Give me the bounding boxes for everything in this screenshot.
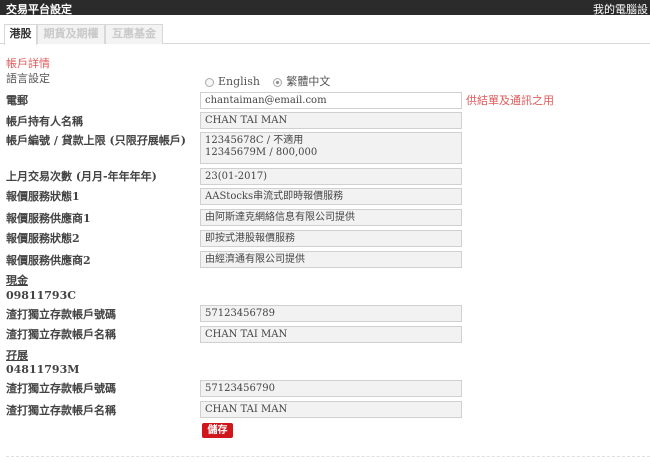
language-option-english[interactable]: English	[205, 75, 260, 88]
tab-hk-stocks[interactable]: 港股	[4, 24, 37, 45]
quote-provider-2-label: 報價服務供應商2	[6, 254, 91, 267]
language-label: 語言設定	[6, 72, 50, 85]
margin-bank-name-label: 渣打獨立存款帳戶名稱	[6, 404, 116, 417]
quote-status-1-field: AAStocks串流式即時報價服務	[200, 188, 462, 205]
quote-provider-1-label: 報價服務供應商1	[6, 212, 91, 225]
margin-section-title: 孖展	[6, 349, 28, 362]
quote-provider-1-field: 由阿斯達克網絡信息有限公司提供	[200, 209, 462, 226]
tab-futures-options[interactable]: 期貨及期權	[37, 24, 105, 44]
top-bar: 交易平台設定 我的電腦設	[0, 0, 650, 17]
last-month-trades-label: 上月交易次數 (月月-年年年年)	[6, 170, 157, 183]
cash-account-number: 09811793C	[6, 289, 76, 302]
radio-selected-icon[interactable]	[273, 77, 283, 87]
margin-bank-number-field: 57123456790	[200, 380, 462, 397]
margin-account-number: 04811793M	[6, 363, 80, 376]
account-number-line-2: 12345679M / 800,000	[205, 147, 318, 158]
section-title-account-details: 帳戶詳情	[6, 57, 50, 70]
account-number-line-1: 12345678C / 不適用	[205, 135, 304, 146]
cash-bank-name-label: 渣打獨立存款帳戶名稱	[6, 328, 116, 341]
cash-bank-name-field: CHAN TAI MAN	[200, 326, 462, 343]
cash-section-title: 現金	[6, 274, 28, 287]
tab-mutual-funds[interactable]: 互惠基金	[105, 24, 163, 44]
account-number-field: 12345678C / 不適用 12345679M / 800,000	[200, 132, 462, 164]
margin-bank-number-label: 渣打獨立存款帳戶號碼	[6, 382, 116, 395]
bottom-divider	[6, 456, 650, 457]
quote-status-2-field: 即按式港股報價服務	[200, 230, 462, 247]
language-radio-group: English 繁體中文	[205, 73, 340, 89]
quote-provider-2-field: 由經濟通有限公司提供	[200, 251, 462, 268]
quote-status-2-label: 報價服務狀態2	[6, 232, 80, 245]
email-hint: 供結單及通訊之用	[466, 94, 554, 107]
language-chinese-label: 繁體中文	[286, 75, 331, 88]
quote-status-1-label: 報價服務狀態1	[6, 190, 80, 203]
margin-bank-name-field: CHAN TAI MAN	[200, 401, 462, 418]
page-title: 交易平台設定	[6, 3, 72, 16]
email-label: 電郵	[6, 94, 28, 107]
radio-icon[interactable]	[205, 77, 214, 87]
language-english-label: English	[218, 75, 260, 88]
holder-name-field: CHAN TAI MAN	[200, 112, 462, 129]
save-button[interactable]: 儲存	[202, 423, 233, 438]
cash-bank-number-label: 渣打獨立存款帳戶號碼	[6, 308, 116, 321]
last-month-trades-field: 23(01-2017)	[200, 168, 462, 185]
language-option-traditional-chinese[interactable]: 繁體中文	[273, 75, 330, 88]
account-number-label: 帳戶編號 / 貸款上限 (只限孖展帳戶)	[6, 134, 186, 147]
email-field[interactable]: chantaiman@email.com	[200, 92, 462, 109]
tab-bar: 港股 期貨及期權 互惠基金	[0, 22, 650, 45]
cash-bank-number-field: 57123456789	[200, 305, 462, 322]
my-computer-settings-link[interactable]: 我的電腦設	[593, 1, 648, 17]
holder-name-label: 帳戶持有人名稱	[6, 115, 83, 128]
